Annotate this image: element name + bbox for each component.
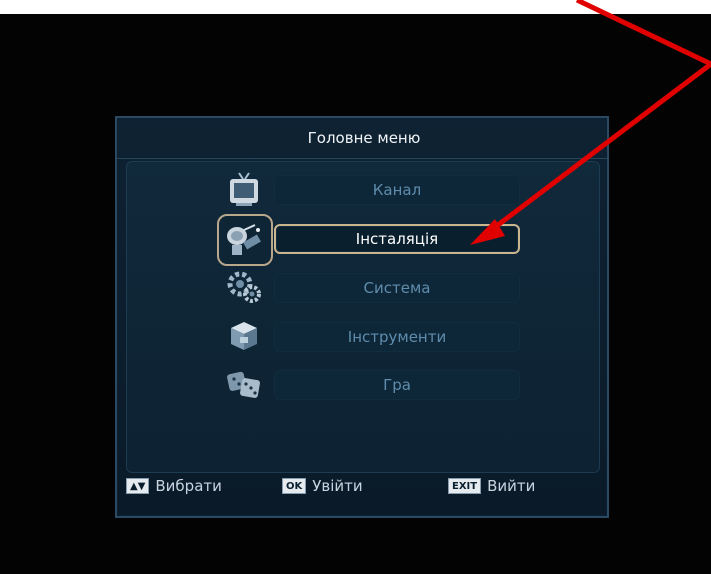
satellite-icon [217, 214, 273, 266]
menu-item-label: Інсталяція [274, 224, 520, 254]
ok-key-icon: OK [282, 478, 307, 494]
exit-key-icon: EXIT [448, 478, 482, 494]
menu-item-channel[interactable]: Канал [127, 167, 599, 207]
select-hint-label: Вибрати [155, 477, 222, 495]
exit-hint: EXIT Вийти [448, 477, 535, 495]
menu-item-installation[interactable]: Інсталяція [127, 214, 599, 266]
menu-item-system[interactable]: Система [127, 265, 599, 305]
menu-item-label: Система [274, 273, 520, 303]
key-hints-bar: ▲▼ Вибрати OK Увійти EXIT Вийти [126, 470, 598, 502]
page-title: Головне меню [307, 129, 421, 147]
tv-icon [220, 169, 268, 209]
tv-screen: Головне меню Канал Інсталяція Система Ін… [0, 14, 711, 574]
main-menu-panel: Головне меню Канал Інсталяція Система Ін… [115, 116, 609, 518]
dice-icon [220, 364, 268, 404]
menu-title-bar: Головне меню [117, 118, 607, 159]
menu-item-tools[interactable]: Інструменти [127, 314, 599, 354]
menu-item-label: Інструменти [274, 322, 520, 352]
exit-hint-label: Вийти [487, 477, 536, 495]
up-down-key-icon: ▲▼ [126, 478, 150, 494]
toolbox-icon [220, 316, 268, 356]
gears-icon [220, 267, 268, 307]
menu-item-label: Канал [274, 175, 520, 205]
ok-hint: OK Увійти [282, 477, 363, 495]
menu-item-game[interactable]: Гра [127, 362, 599, 402]
select-hint: ▲▼ Вибрати [126, 477, 222, 495]
menu-item-label: Гра [274, 370, 520, 400]
ok-hint-label: Увійти [312, 477, 363, 495]
menu-list: Канал Інсталяція Система Інструменти Гра [126, 161, 600, 473]
